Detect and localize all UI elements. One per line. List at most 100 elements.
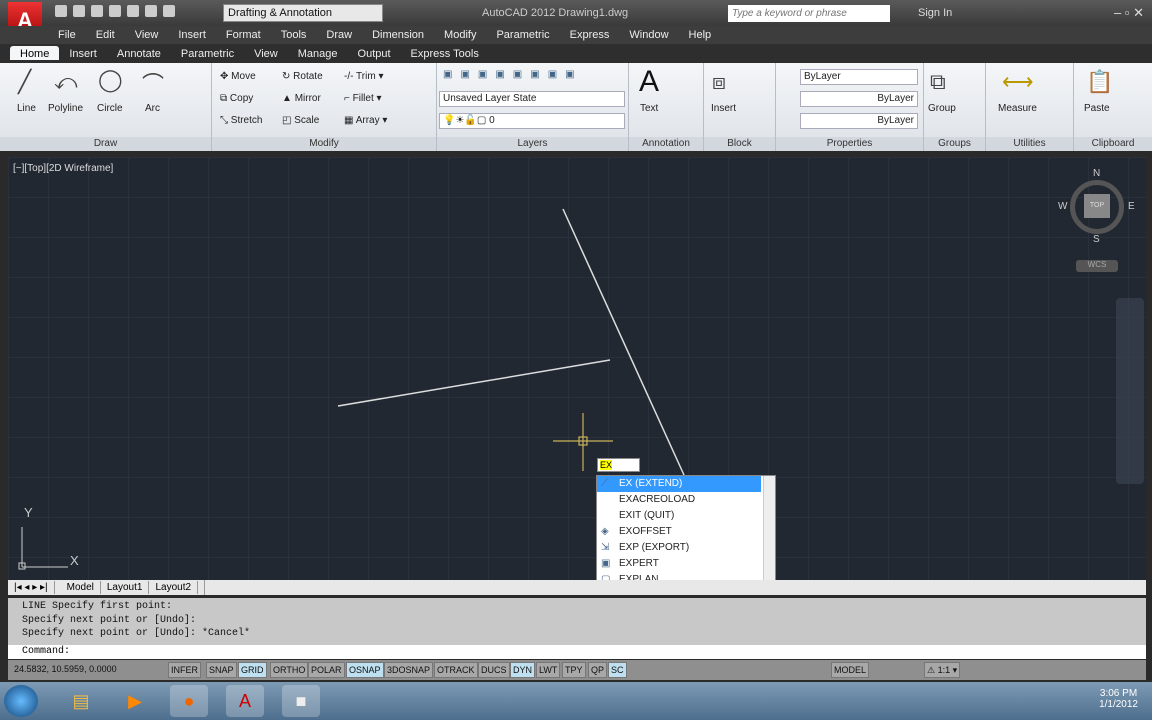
- tab-output[interactable]: Output: [348, 46, 401, 60]
- autocomplete-item[interactable]: EXACREOLOAD: [597, 492, 775, 508]
- tab-home[interactable]: Home: [10, 46, 60, 60]
- wcs-menu[interactable]: WCS: [1076, 260, 1118, 272]
- layer-dropdown[interactable]: 💡☀🔓▢ 0: [439, 113, 625, 129]
- compass-east[interactable]: E: [1128, 201, 1135, 212]
- text-button[interactable]: Text: [640, 103, 658, 114]
- status-toggle-3dosnap[interactable]: 3DOSNAP: [384, 662, 434, 678]
- menu-edit[interactable]: Edit: [86, 27, 125, 41]
- status-toggle-sc[interactable]: SC: [608, 662, 627, 678]
- status-toggle-dyn[interactable]: DYN: [510, 662, 536, 678]
- color-dropdown[interactable]: ByLayer: [800, 69, 918, 85]
- scale-button[interactable]: ◰ Scale: [282, 115, 319, 126]
- utilities-panel-label[interactable]: Utilities: [986, 137, 1073, 151]
- firefox-taskbar-icon[interactable]: ●: [170, 685, 208, 717]
- status-toggle-lwt[interactable]: LWT: [536, 662, 561, 678]
- insert-button[interactable]: Insert: [711, 103, 736, 114]
- compass-north[interactable]: N: [1093, 168, 1100, 179]
- menu-parametric[interactable]: Parametric: [486, 27, 559, 41]
- group-button[interactable]: Group: [928, 103, 956, 114]
- groups-panel-label[interactable]: Groups: [924, 137, 985, 151]
- start-button[interactable]: [4, 685, 38, 717]
- window-controls[interactable]: – ▫ ✕: [1114, 5, 1144, 21]
- status-toggle-qp[interactable]: QP: [588, 662, 608, 678]
- autocomplete-item[interactable]: ⇲ EXP (EXPORT): [597, 540, 775, 556]
- menu-modify[interactable]: Modify: [434, 27, 486, 41]
- menu-draw[interactable]: Draw: [316, 27, 362, 41]
- command-line-input[interactable]: Command:: [8, 645, 1146, 659]
- tab-manage[interactable]: Manage: [288, 46, 348, 60]
- move-button[interactable]: ✥ Move: [220, 71, 256, 82]
- status-toggle-otrack[interactable]: OTRACK: [434, 662, 478, 678]
- quick-access-toolbar[interactable]: [55, 5, 175, 17]
- modify-panel-label[interactable]: Modify: [212, 137, 436, 151]
- menu-window[interactable]: Window: [619, 27, 678, 41]
- status-toggle-ducs[interactable]: DUCS: [478, 662, 510, 678]
- layout-tab-model[interactable]: Model: [61, 581, 101, 594]
- autocomplete-list[interactable]: ⟋ EX (EXTEND) EXACREOLOAD EXIT (QUIT) ◈ EXOFF…: [596, 475, 776, 588]
- annotation-scale-button[interactable]: ⚠ 1:1 ▾: [924, 662, 961, 678]
- viewcube-top-face[interactable]: TOP: [1084, 194, 1110, 218]
- measure-button[interactable]: Measure: [998, 103, 1037, 114]
- dynamic-input-field[interactable]: EX: [597, 458, 640, 472]
- autocomplete-item[interactable]: EXIT (QUIT): [597, 508, 775, 524]
- system-clock[interactable]: 3:06 PM 1/1/2012: [1099, 688, 1138, 710]
- tab-insert[interactable]: Insert: [59, 46, 107, 60]
- viewcube[interactable]: TOP N S W E: [1058, 168, 1135, 245]
- trim-button[interactable]: -/- Trim ▾: [344, 71, 383, 82]
- menu-express[interactable]: Express: [560, 27, 620, 41]
- compass-west[interactable]: W: [1058, 201, 1067, 212]
- menu-help[interactable]: Help: [679, 27, 722, 41]
- autocomplete-item[interactable]: ▣ EXPERT: [597, 556, 775, 572]
- block-panel-label[interactable]: Block: [704, 137, 775, 151]
- array-button[interactable]: ▦ Array ▾: [344, 115, 387, 126]
- rotate-button[interactable]: ↻ Rotate: [282, 71, 323, 82]
- line-button[interactable]: Line: [17, 103, 36, 114]
- tab-annotate[interactable]: Annotate: [107, 46, 171, 60]
- circle-button[interactable]: Circle: [97, 103, 123, 114]
- autocomplete-item[interactable]: ⟋ EX (EXTEND): [597, 476, 761, 492]
- menu-view[interactable]: View: [125, 27, 169, 41]
- drawing-viewport[interactable]: [−][Top][2D Wireframe] Y X: [8, 157, 1146, 580]
- autocomplete-item[interactable]: ◈ EXOFFSET: [597, 524, 775, 540]
- search-input[interactable]: [728, 5, 890, 22]
- menu-dimension[interactable]: Dimension: [362, 27, 434, 41]
- compass-south[interactable]: S: [1093, 234, 1100, 245]
- tab-express-tools[interactable]: Express Tools: [401, 46, 489, 60]
- tab-parametric[interactable]: Parametric: [171, 46, 244, 60]
- autocad-taskbar-icon[interactable]: A: [226, 685, 264, 717]
- explorer-taskbar-icon[interactable]: ▤: [62, 685, 100, 717]
- status-toggle-grid[interactable]: GRID: [238, 662, 267, 678]
- layout-tab-layout2[interactable]: Layout2: [149, 581, 199, 594]
- layout-tab-layout1[interactable]: Layout1: [101, 581, 150, 594]
- annotation-panel-label[interactable]: Annotation: [629, 137, 703, 151]
- linetype-dropdown[interactable]: ByLayer: [800, 91, 918, 107]
- menu-insert[interactable]: Insert: [168, 27, 216, 41]
- paste-button[interactable]: Paste: [1084, 103, 1110, 114]
- status-toggle-snap[interactable]: SNAP: [206, 662, 237, 678]
- menu-format[interactable]: Format: [216, 27, 271, 41]
- status-toggle-polar[interactable]: POLAR: [308, 662, 345, 678]
- layout-nav-buttons[interactable]: |◂ ◂ ▸ ▸|: [8, 581, 55, 594]
- layer-tools-icons[interactable]: ▣▣▣▣▣▣▣▣: [443, 69, 583, 80]
- clipboard-panel-label[interactable]: Clipboard: [1074, 137, 1152, 151]
- menu-tools[interactable]: Tools: [271, 27, 317, 41]
- fillet-button[interactable]: ⌐ Fillet ▾: [344, 93, 382, 104]
- status-toggle-osnap[interactable]: OSNAP: [346, 662, 384, 678]
- layers-panel-label[interactable]: Layers: [437, 137, 628, 151]
- sign-in-button[interactable]: Sign In: [918, 7, 952, 19]
- menu-file[interactable]: File: [48, 27, 86, 41]
- draw-panel-label[interactable]: Draw: [0, 137, 211, 151]
- status-toggle-tpy[interactable]: TPY: [562, 662, 586, 678]
- lineweight-dropdown[interactable]: ByLayer: [800, 113, 918, 129]
- mirror-button[interactable]: ▲ Mirror: [282, 93, 321, 104]
- tab-view[interactable]: View: [244, 46, 288, 60]
- model-space-button[interactable]: MODEL: [831, 662, 870, 678]
- app-taskbar-icon[interactable]: ■: [282, 685, 320, 717]
- navigation-bar[interactable]: [1116, 298, 1144, 484]
- stretch-button[interactable]: ⤡ Stretch: [220, 115, 262, 126]
- status-toggle-ortho[interactable]: ORTHO: [270, 662, 309, 678]
- status-toggle-infer[interactable]: INFER: [168, 662, 201, 678]
- arc-button[interactable]: Arc: [145, 103, 160, 114]
- polyline-button[interactable]: Polyline: [48, 103, 83, 114]
- workspace-dropdown[interactable]: Drafting & Annotation: [223, 4, 383, 22]
